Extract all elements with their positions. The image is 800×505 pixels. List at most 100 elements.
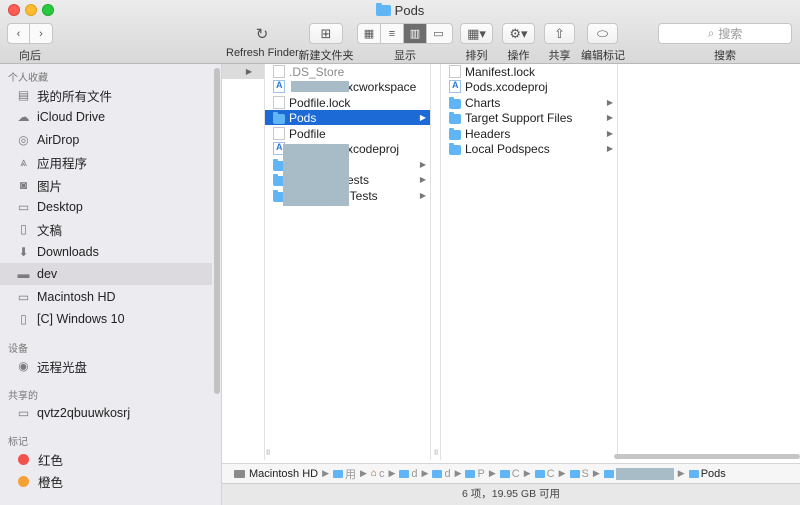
redacted-block bbox=[291, 81, 349, 92]
list-item[interactable]: Charts ▶ bbox=[441, 95, 617, 110]
list-item[interactable]: Pods.xcodeproj bbox=[441, 79, 617, 94]
tags-header: 标记 bbox=[8, 437, 28, 448]
column-empty: ॥ bbox=[618, 64, 800, 460]
folder-icon bbox=[449, 142, 461, 155]
sidebar-item-remote-disc[interactable]: ◉ 远程光盘 bbox=[0, 355, 212, 377]
column-view-button[interactable]: ▥ bbox=[404, 24, 427, 43]
path-segment[interactable]: S bbox=[569, 468, 589, 480]
path-separator-icon: ▶ bbox=[558, 468, 566, 478]
path-segment[interactable]: d bbox=[399, 468, 418, 480]
edit-tags-button[interactable]: ⬭ bbox=[587, 23, 618, 44]
sidebar-item-pictures[interactable]: ◙ 图片 bbox=[0, 174, 212, 196]
list-item[interactable]: Target Support Files ▶ bbox=[441, 110, 617, 125]
share-icon: ⇧ bbox=[554, 25, 565, 41]
list-item[interactable]: Podfile.lock bbox=[265, 95, 430, 110]
hard-drive-icon: ▯ bbox=[20, 312, 27, 326]
column-pods: Manifest.lock Pods.xcodeproj Charts▶ Tar… bbox=[441, 64, 618, 460]
path-segment[interactable]: ⌂ c bbox=[371, 468, 385, 480]
action-label: 操作 bbox=[507, 50, 530, 62]
path-separator-icon: ▶ bbox=[454, 468, 462, 478]
path-segment[interactable]: d bbox=[432, 468, 451, 480]
devices-header: 设备 bbox=[8, 344, 28, 355]
disclosure-arrow-icon: ▶ bbox=[606, 113, 613, 122]
path-separator-icon: ▶ bbox=[592, 468, 600, 478]
desktop-icon: ▭ bbox=[17, 200, 30, 214]
path-segment[interactable]: P bbox=[465, 468, 485, 480]
path-segment[interactable]: C bbox=[534, 468, 555, 480]
action-button[interactable]: ⚙▾ bbox=[502, 23, 535, 44]
column-resize-handle[interactable]: ॥ bbox=[433, 445, 438, 458]
sidebar-item-windows-10[interactable]: ▯ [C] Windows 10 bbox=[0, 308, 212, 330]
path-segment[interactable]: C bbox=[499, 468, 520, 480]
sort-icon: ▦▾ bbox=[467, 25, 486, 41]
list-view-button[interactable]: ≡ bbox=[381, 24, 404, 43]
column-separator: ॥ bbox=[431, 64, 441, 460]
applications-icon: ⩓ bbox=[20, 154, 27, 169]
folder-icon bbox=[603, 469, 614, 478]
list-item[interactable]: Manifest.lock bbox=[441, 64, 617, 79]
file-icon bbox=[449, 65, 461, 78]
favorites-header: 个人收藏 bbox=[8, 73, 48, 84]
toolbar: Pods ‹ › 向后 ↻ Refresh Finder ⊞ 新建文件夹 ▦ ≡… bbox=[0, 0, 800, 64]
home-icon: ⌂ bbox=[370, 468, 377, 479]
redacted-block bbox=[615, 467, 674, 480]
status-bar: 6 项，19.95 GB 可用 bbox=[222, 483, 800, 505]
new-folder-button[interactable]: ⊞ bbox=[309, 23, 343, 44]
folder-icon bbox=[569, 469, 580, 478]
chevron-left-icon: ‹ bbox=[16, 27, 21, 40]
sidebar-item-applications[interactable]: ⩓ 应用程序 bbox=[0, 151, 212, 173]
search-icon: ⌕ bbox=[707, 26, 715, 40]
sidebar-item-airdrop[interactable]: ◎ AirDrop bbox=[0, 129, 212, 151]
all-files-icon: ▤ bbox=[17, 88, 30, 102]
sidebar-item-shared-computer[interactable]: ▭ qvtz2qbuuwkosrj bbox=[0, 402, 212, 424]
sidebar-item-icloud-drive[interactable]: ☁ iCloud Drive bbox=[0, 106, 212, 128]
sidebar-tag-orange[interactable]: 橙色 bbox=[0, 470, 212, 492]
forward-button[interactable]: › bbox=[30, 24, 52, 43]
file-icon bbox=[273, 96, 285, 109]
path-segment-root[interactable]: Macintosh HD bbox=[234, 468, 318, 480]
folder-icon bbox=[273, 111, 285, 124]
search-label: 搜索 bbox=[714, 50, 736, 62]
list-item[interactable]: Podfile bbox=[265, 126, 430, 141]
sidebar-item-all-files[interactable]: ▤ 我的所有文件 bbox=[0, 84, 212, 106]
folder-icon bbox=[432, 469, 443, 478]
sidebar-item-desktop[interactable]: ▭ Desktop bbox=[0, 196, 212, 218]
finder-window: Pods ‹ › 向后 ↻ Refresh Finder ⊞ 新建文件夹 ▦ ≡… bbox=[0, 0, 800, 505]
tag-icon: ⬭ bbox=[596, 25, 609, 41]
sidebar-item-dev[interactable]: ▬ dev bbox=[0, 263, 212, 285]
folder-icon bbox=[534, 469, 545, 478]
column-resize-handle[interactable]: ॥ bbox=[265, 445, 270, 458]
horizontal-scrollbar[interactable] bbox=[614, 454, 800, 459]
sidebar-tag-red[interactable]: 红色 bbox=[0, 448, 212, 470]
path-segment[interactable]: 用 bbox=[333, 466, 356, 482]
sidebar-item-downloads[interactable]: ⬇ Downloads bbox=[0, 241, 212, 263]
list-item-selected[interactable]: Pods ▶ bbox=[265, 110, 430, 125]
grid-icon: ▦ bbox=[363, 28, 375, 40]
path-segment-redacted[interactable] bbox=[603, 467, 674, 480]
sidebar-item-documents[interactable]: ▯ 文稿 bbox=[0, 218, 212, 240]
path-segment-current[interactable]: Pods bbox=[688, 468, 726, 480]
share-button[interactable]: ⇧ bbox=[544, 23, 575, 44]
sidebar-scrollbar[interactable] bbox=[214, 68, 220, 394]
icon-view-button[interactable]: ▦ bbox=[358, 24, 381, 43]
folder-icon bbox=[499, 469, 510, 478]
search-input[interactable]: ⌕ 搜索 bbox=[658, 23, 792, 44]
sort-label: 排列 bbox=[465, 50, 488, 62]
disclosure-arrow-icon: ▶ bbox=[606, 129, 613, 138]
list-item[interactable]: Local Podspecs ▶ bbox=[441, 141, 617, 156]
path-separator-icon: ▶ bbox=[523, 468, 531, 478]
gallery-view-button[interactable]: ▭ bbox=[427, 24, 450, 43]
column-dev: .DS_Store xcworkspace Podfile.lock Pods▶… bbox=[265, 64, 431, 460]
sort-button[interactable]: ▦▾ bbox=[460, 23, 493, 44]
list-item[interactable]: Headers ▶ bbox=[441, 126, 617, 141]
sidebar: 个人收藏 ▤ 我的所有文件 ☁ iCloud Drive ◎ AirDrop ⩓ 应用程… bbox=[0, 64, 222, 505]
list-item[interactable]: .DS_Store bbox=[265, 64, 430, 79]
refresh-finder-button[interactable]: ↻ bbox=[248, 23, 276, 44]
refresh-icon: ↻ bbox=[255, 25, 269, 43]
file-icon bbox=[273, 65, 285, 78]
column-parent: ▶ bbox=[222, 64, 265, 460]
sidebar-item-macintosh-hd[interactable]: ▭ Macintosh HD bbox=[0, 286, 212, 308]
gear-icon: ⚙▾ bbox=[509, 25, 528, 41]
parent-selected-row[interactable]: ▶ bbox=[222, 64, 264, 79]
back-button[interactable]: ‹ bbox=[8, 24, 30, 43]
